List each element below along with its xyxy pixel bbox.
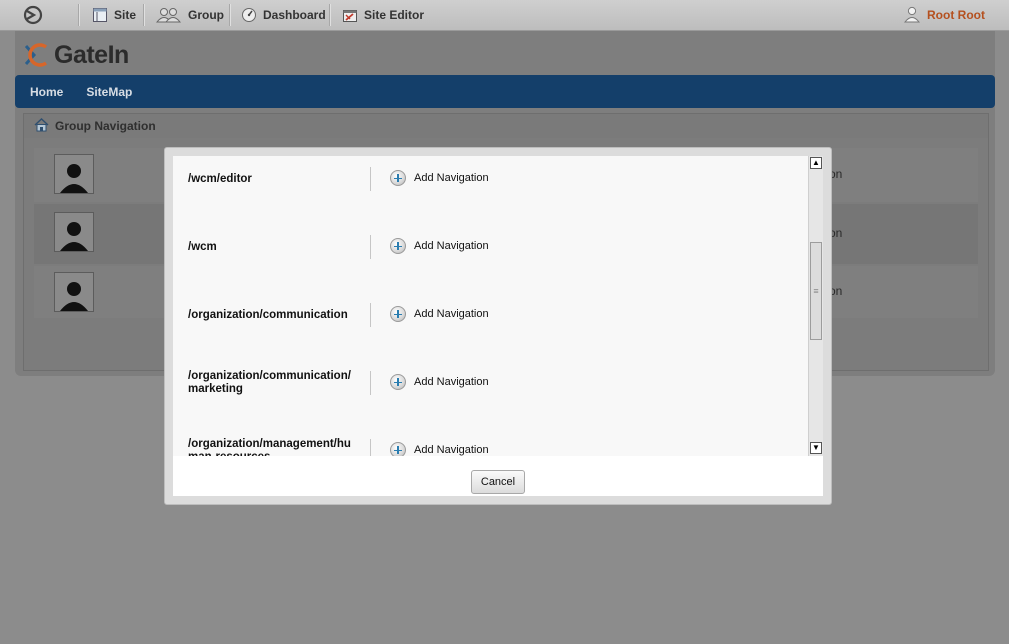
row-divider — [370, 235, 371, 259]
add-navigation-dialog: /wcm/editor Add Navigation /wcm Add Navi… — [164, 147, 832, 505]
group-path: /organization/management/human-resources — [188, 438, 351, 456]
scroll-up-button[interactable]: ▲ — [810, 157, 822, 169]
toolbar-site-label: Site — [114, 8, 137, 22]
user-menu[interactable]: Root Root — [903, 0, 985, 30]
gatein-logo-icon — [24, 43, 48, 67]
gatein-start-icon[interactable] — [22, 4, 48, 26]
toolbar-dashboard-button[interactable]: Dashboard — [241, 0, 326, 30]
row-divider — [370, 303, 371, 327]
add-navigation-button[interactable]: Add Navigation — [390, 442, 489, 456]
toolbar-divider — [143, 4, 145, 26]
row-divider — [370, 167, 371, 191]
row-divider — [370, 371, 371, 395]
user-name: Root Root — [927, 8, 985, 22]
add-icon — [390, 442, 406, 456]
top-toolbar: Site Group Dashboard Site Editor Root Ro… — [0, 0, 1009, 31]
toolbar-site-editor-button[interactable]: Site Editor — [342, 0, 424, 30]
toolbar-group-label: Group — [188, 8, 224, 22]
portlet-header: Group Navigation — [24, 114, 988, 138]
brand-name: GateIn — [54, 40, 129, 69]
avatar — [54, 154, 94, 194]
group-icon — [156, 7, 182, 23]
site-icon — [92, 7, 108, 23]
add-icon — [390, 306, 406, 322]
scroll-down-button[interactable]: ▼ — [810, 442, 822, 454]
list-scrollbar[interactable]: ▲ ≡ ▼ — [808, 156, 823, 456]
row-divider — [370, 439, 371, 456]
avatar — [54, 272, 94, 312]
nav-sitemap-link[interactable]: SiteMap — [86, 85, 132, 99]
group-list: /wcm/editor Add Navigation /wcm Add Navi… — [173, 156, 808, 456]
main-navbar: Home SiteMap — [15, 75, 995, 108]
toolbar-divider — [229, 4, 231, 26]
list-item: /organization/communication Add Navigati… — [173, 282, 808, 351]
add-icon — [390, 170, 406, 186]
add-navigation-label: Add Navigation — [414, 308, 489, 320]
add-navigation-button[interactable]: Add Navigation — [390, 238, 489, 254]
add-navigation-label: Add Navigation — [414, 376, 489, 388]
cancel-button[interactable]: Cancel — [471, 470, 525, 494]
add-navigation-label: Add Navigation — [414, 444, 489, 456]
group-path: /wcm — [188, 241, 217, 253]
dialog-body: /wcm/editor Add Navigation /wcm Add Navi… — [173, 156, 823, 496]
toolbar-divider — [78, 4, 80, 26]
toolbar-site-editor-label: Site Editor — [364, 8, 425, 22]
toolbar-dashboard-label: Dashboard — [263, 8, 326, 22]
add-navigation-label: Add Navigation — [414, 172, 489, 184]
toolbar-group-button[interactable]: Group — [156, 0, 224, 30]
dashboard-icon — [241, 7, 257, 23]
user-icon — [903, 5, 921, 26]
list-item: /organization/management/human-resources… — [173, 418, 808, 456]
group-path: /organization/communication — [188, 309, 348, 321]
toolbar-site-button[interactable]: Site — [92, 0, 136, 30]
list-item: /organization/communication/marketing Ad… — [173, 350, 808, 419]
group-path: /organization/communication/marketing — [188, 370, 351, 395]
add-navigation-button[interactable]: Add Navigation — [390, 306, 489, 322]
gatein-logo[interactable]: GateIn — [24, 40, 129, 70]
portlet-title: Group Navigation — [55, 119, 156, 133]
nav-home-link[interactable]: Home — [30, 85, 63, 99]
add-navigation-button[interactable]: Add Navigation — [390, 170, 489, 186]
add-navigation-button[interactable]: Add Navigation — [390, 374, 489, 390]
avatar — [54, 212, 94, 252]
add-navigation-label: Add Navigation — [414, 240, 489, 252]
toolbar-divider — [329, 4, 331, 26]
add-icon — [390, 374, 406, 390]
group-path: /wcm/editor — [188, 173, 252, 185]
site-editor-icon — [342, 7, 358, 23]
add-icon — [390, 238, 406, 254]
list-item: /wcm Add Navigation — [173, 214, 808, 283]
list-item: /wcm/editor Add Navigation — [173, 156, 808, 215]
home-icon — [34, 117, 49, 135]
scroll-thumb[interactable]: ≡ — [810, 242, 822, 340]
